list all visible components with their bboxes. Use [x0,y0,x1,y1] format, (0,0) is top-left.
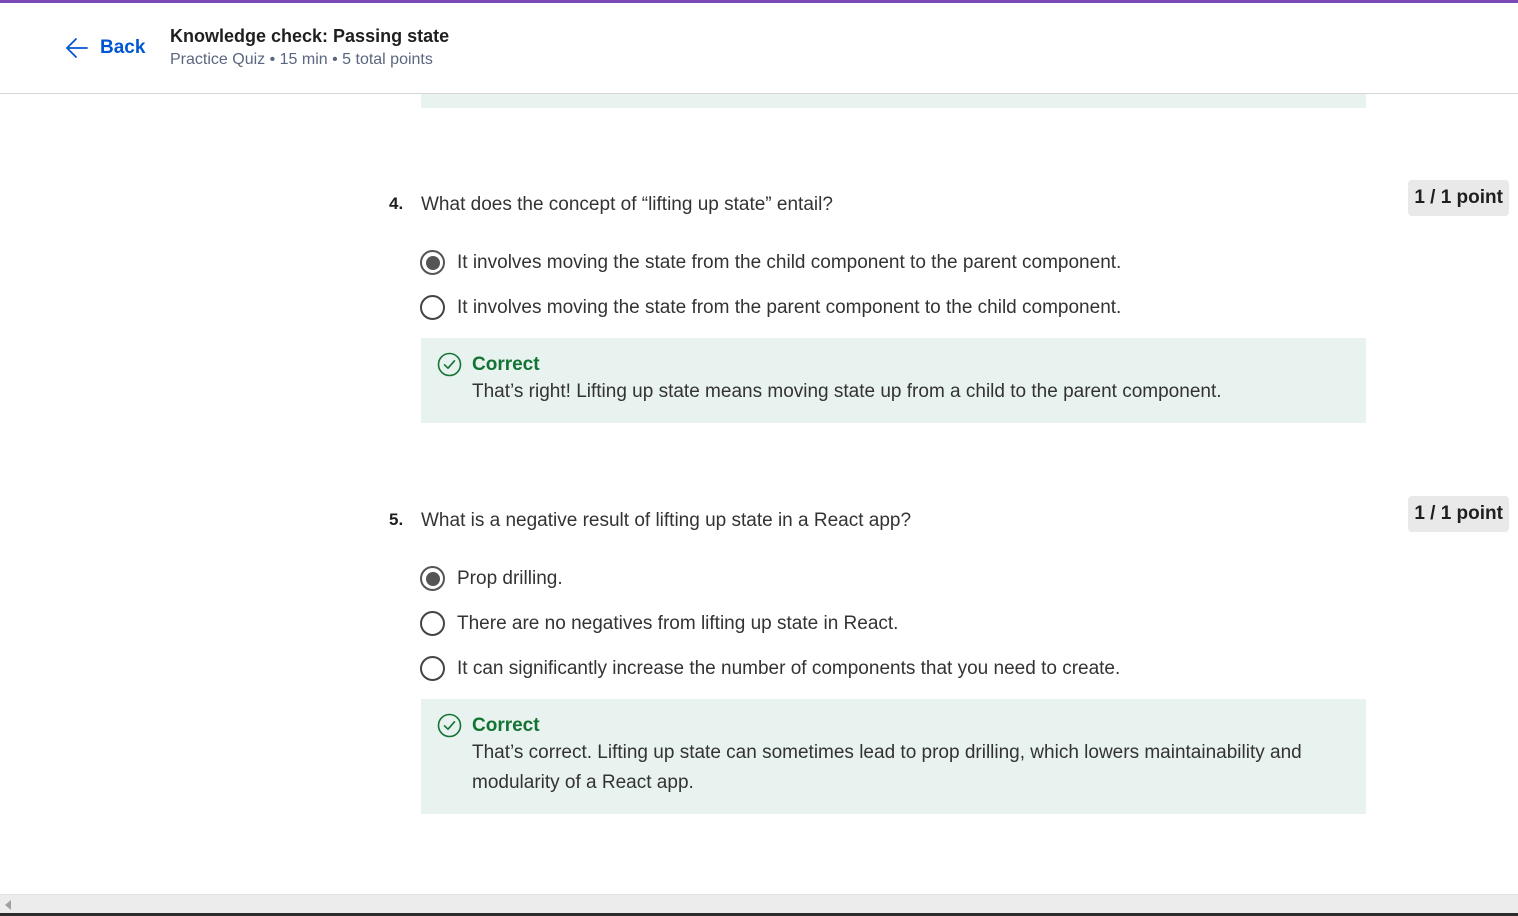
radio-selected-icon[interactable] [420,566,445,591]
question-text: What is a negative result of lifting up … [421,510,912,531]
scroll-left-icon[interactable] [5,900,11,910]
feedback-panel: Correct That’s right! Lifting up state m… [421,338,1366,423]
question-number: 4. [389,194,404,213]
page-title: Knowledge check: Passing state [170,26,450,46]
radio-unselected-icon[interactable] [420,611,445,636]
option-label: It involves moving the state from the pa… [457,296,1122,318]
check-circle-icon [437,713,462,738]
answer-option[interactable]: It can significantly increase the number… [420,656,1120,681]
points-badge: 1 / 1 point [1408,180,1509,216]
answer-option[interactable]: There are no negatives from lifting up s… [420,611,898,636]
question-number: 5. [389,510,404,529]
feedback-text-line-2: modularity of a React app. [472,772,694,793]
quiz-header: Back Knowledge check: Passing state Prac… [0,3,1518,94]
answer-option[interactable]: Prop drilling. [420,566,563,591]
answer-option[interactable]: It involves moving the state from the ch… [420,250,1121,275]
check-circle-icon [437,352,462,377]
feedback-text: That’s right! Lifting up state means mov… [472,381,1222,402]
quiz-meta: Practice Quiz • 15 min • 5 total points [170,51,433,68]
feedback-text-line-1: That’s correct. Lifting up state can som… [472,742,1302,763]
previous-feedback-strip [421,94,1366,108]
option-label: It can significantly increase the number… [457,657,1121,679]
option-label: Prop drilling. [457,567,563,589]
feedback-title: Correct [472,353,540,375]
option-label: It involves moving the state from the ch… [457,251,1122,273]
radio-unselected-icon[interactable] [420,295,445,320]
feedback-title: Correct [472,714,540,736]
answer-option[interactable]: It involves moving the state from the pa… [420,295,1121,320]
title-block: Knowledge check: Passing state Practice … [170,25,449,70]
radio-unselected-icon[interactable] [420,656,445,681]
question-text: What does the concept of “lifting up sta… [421,194,833,215]
points-badge: 1 / 1 point [1408,496,1509,532]
option-label: There are no negatives from lifting up s… [457,612,899,634]
feedback-panel: Correct That’s correct. Lifting up state… [421,699,1366,814]
back-label: Back [100,37,146,58]
arrow-left-icon [66,38,88,58]
horizontal-scrollbar[interactable] [0,894,1518,913]
back-button[interactable]: Back [64,35,145,61]
radio-selected-icon[interactable] [420,250,445,275]
